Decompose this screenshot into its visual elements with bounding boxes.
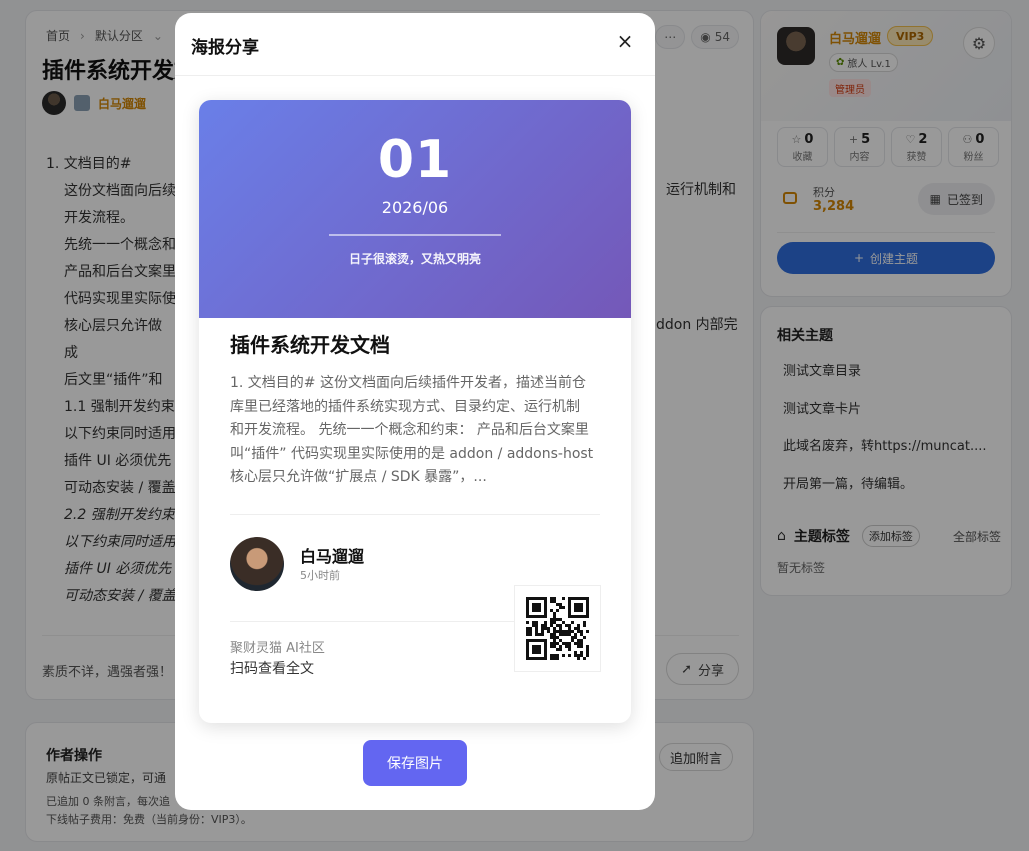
- avatar: [230, 537, 284, 591]
- qr-code: [514, 585, 601, 672]
- save-image-button[interactable]: 保存图片: [363, 740, 467, 786]
- poster-quote: 日子很滚烫，又热又明亮: [348, 252, 481, 266]
- poster-title: 插件系统开发文档: [230, 333, 390, 357]
- poster-date: 2026/06: [381, 198, 449, 217]
- divider: [230, 621, 514, 622]
- poster-site-name: 聚财灵猫 AI社区: [230, 641, 325, 656]
- excerpt-line: 1. 文档目的# 这份文档面向后续插件开发者，描述当前仓: [230, 375, 586, 391]
- divider: [329, 234, 501, 236]
- poster-share-modal: 海报分享 × 01 2026/06 日子很滚烫，又热又明亮 插件系统开发文档 1…: [175, 13, 655, 810]
- excerpt-line: 核心层只允许做“扩展点 / SDK 暴露”，...: [230, 469, 487, 485]
- divider: [230, 514, 600, 515]
- poster-author-name: 白马遛遛: [300, 547, 365, 566]
- poster-card: 01 2026/06 日子很滚烫，又热又明亮 插件系统开发文档 1. 文档目的#…: [199, 100, 631, 723]
- poster-scan-text: 扫码查看全文: [230, 661, 314, 677]
- poster-excerpt: 1. 文档目的# 这份文档面向后续插件开发者，描述当前仓 库里已经落地的插件系统实…: [230, 372, 602, 490]
- modal-header: 海报分享 ×: [175, 13, 655, 76]
- excerpt-line: 库里已经落地的插件系统实现方式、目录约定、运行机制: [230, 398, 580, 415]
- excerpt-line: 叫“插件” 代码实现里实际使用的是 addon / addons-host: [230, 445, 594, 462]
- poster-time: 5小时前: [300, 569, 340, 582]
- poster-day: 01: [377, 130, 453, 190]
- close-icon[interactable]: ×: [613, 29, 637, 53]
- qr-code-icon: [526, 597, 589, 660]
- modal-title: 海报分享: [191, 38, 259, 58]
- excerpt-line: 和开发流程。 先统一一个概念和约束： 产品和后台文案里: [230, 422, 589, 438]
- poster-banner: 01 2026/06 日子很滚烫，又热又明亮: [199, 100, 631, 318]
